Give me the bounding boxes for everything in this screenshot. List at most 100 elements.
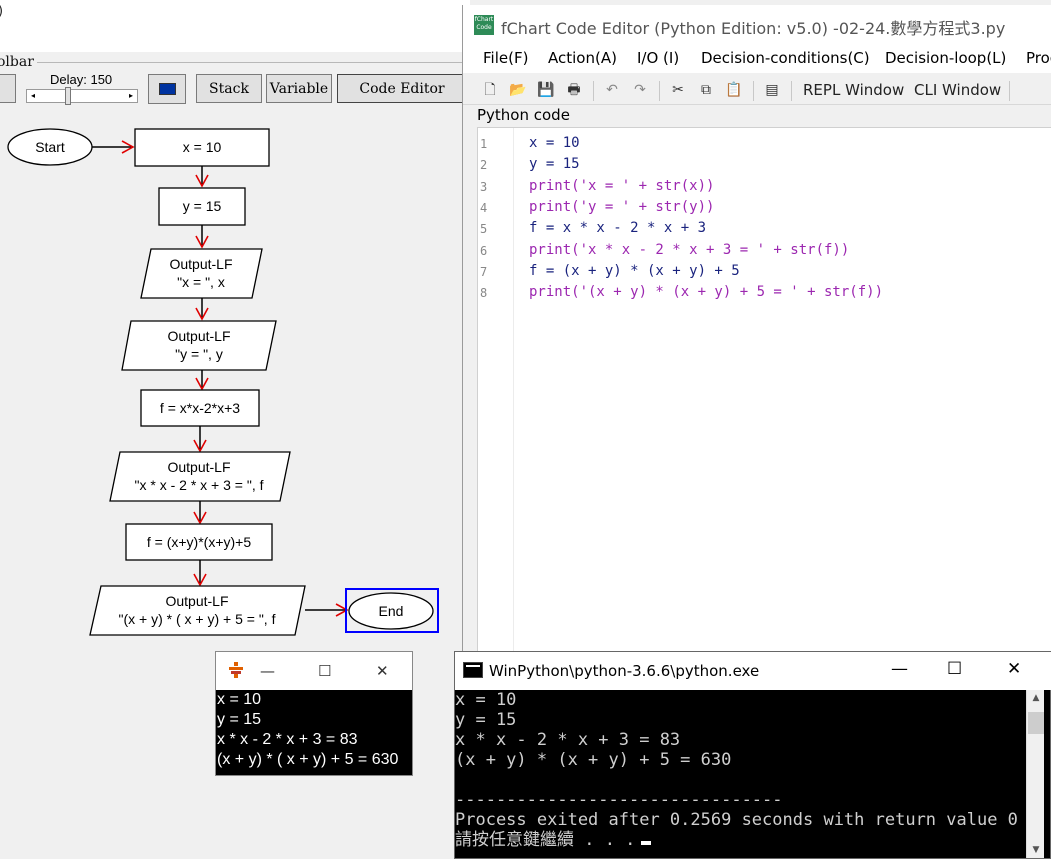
maximize-icon[interactable]: ☐ <box>947 659 962 679</box>
flowchart-canvas: Start x = 10 y = 15 Output-LF "x = ", x … <box>7 128 439 636</box>
console-line: x = 10 <box>455 690 517 710</box>
output-f2-node[interactable]: Output-LF "(x + y) * ( x + y) + 5 = ", f <box>89 585 306 636</box>
scroll-up-icon[interactable]: ▲ <box>1027 690 1045 706</box>
code-line: print('y = ' + str(y)) <box>529 199 715 215</box>
python-code-label: Python code <box>477 106 570 124</box>
document-icon[interactable]: ▤ <box>763 81 781 99</box>
console-scrollbar[interactable]: ▲ ▼ <box>1026 690 1044 858</box>
menu-action[interactable]: Action(A) <box>548 49 617 67</box>
cli-window-button[interactable]: CLI Window <box>914 81 1001 99</box>
language-flag-button[interactable] <box>148 74 186 104</box>
output-y-node[interactable]: Output-LF "y = ", y <box>121 320 277 371</box>
end-node[interactable]: End <box>345 588 439 633</box>
menu-io[interactable]: I/O (I) <box>637 49 679 67</box>
slider-left-arrow-icon[interactable]: ◂ <box>27 90 39 102</box>
assign-x-node[interactable]: x = 10 <box>134 128 270 167</box>
copy-icon[interactable]: ⧉ <box>697 81 715 99</box>
print-icon[interactable]: 🖶 <box>565 81 583 99</box>
line-number: 4 <box>480 201 488 215</box>
menu-proc[interactable]: Proc <box>1026 49 1051 67</box>
code-editor-area[interactable]: 1 2 3 4 5 6 7 8 x = 10 y = 15 print('x =… <box>477 127 1051 696</box>
line-number: 1 <box>480 137 488 151</box>
close-icon[interactable]: ✕ <box>1007 659 1021 679</box>
output-f2-title: Output-LF <box>165 593 228 609</box>
code-line: f = (x + y) * (x + y) + 5 <box>529 263 740 279</box>
output-y-title: Output-LF <box>167 328 230 344</box>
output-f1-title: Output-LF <box>167 459 230 475</box>
delay-slider[interactable]: ◂ ▸ <box>26 87 138 105</box>
assign-f2-label: f = (x+y)*(x+y)+5 <box>147 534 251 550</box>
paste-icon[interactable]: 📋 <box>725 81 743 99</box>
console-titlebar: WinPython\python-3.6.6\python.exe — ☐ ✕ <box>455 652 1051 690</box>
truncated-text: ) <box>0 4 3 19</box>
output-f1-node[interactable]: Output-LF "x * x - 2 * x + 3 = ", f <box>109 451 291 502</box>
slider-right-arrow-icon[interactable]: ▸ <box>125 90 137 102</box>
line-number: 6 <box>480 244 488 258</box>
delay-label: Delay: 150 <box>50 72 113 87</box>
slider-thumb[interactable] <box>65 87 71 105</box>
redo-icon[interactable]: ↷ <box>631 81 649 99</box>
output-y-expr: "y = ", y <box>175 346 223 362</box>
console-prompt: 請按任意鍵繼續 . . . <box>455 830 636 850</box>
stack-button[interactable]: Stack <box>196 74 262 103</box>
console-line: x * x - 2 * x + 3 = 83 <box>455 730 681 750</box>
line-number: 8 <box>480 286 488 300</box>
output-text: x = 10 y = 15 x * x - 2 * x + 3 = 83 (x … <box>216 690 412 770</box>
line-number: 3 <box>480 180 488 194</box>
minimize-icon[interactable]: — <box>891 659 908 679</box>
minimize-icon[interactable]: — <box>260 662 275 680</box>
menu-file[interactable]: File(F) <box>483 49 528 67</box>
menu-decision-loop[interactable]: Decision-loop(L) <box>885 49 1006 67</box>
assign-y-node[interactable]: y = 15 <box>158 187 246 226</box>
line-number: 7 <box>480 265 488 279</box>
output-line: y = 15 <box>217 711 262 728</box>
flag-icon <box>159 83 176 95</box>
output-f2-expr: "(x + y) * ( x + y) + 5 = ", f <box>119 611 276 627</box>
start-node[interactable]: Start <box>7 128 93 166</box>
editor-title: fChart Code Editor (Python Edition: v5.0… <box>501 19 1006 38</box>
code-line: print('x = ' + str(x)) <box>529 178 715 194</box>
new-file-icon[interactable]: 🗋 <box>481 81 499 99</box>
editor-menubar: File(F) Action(A) I/O (I) Decision-condi… <box>463 43 1051 73</box>
code-line: y = 15 <box>529 156 580 172</box>
console-output: x = 10 y = 15 x * x - 2 * x + 3 = 83 (x … <box>455 690 1027 850</box>
code-line: f = x * x - 2 * x + 3 <box>529 220 707 236</box>
python-console-window: WinPython\python-3.6.6\python.exe — ☐ ✕ … <box>454 651 1051 859</box>
output-x-expr: "x = ", x <box>177 274 225 290</box>
console-line: (x + y) * (x + y) + 5 = 630 <box>455 750 732 770</box>
console-line: y = 15 <box>455 710 517 730</box>
console-title: WinPython\python-3.6.6\python.exe <box>489 662 760 680</box>
open-folder-icon[interactable]: 📂 <box>509 81 527 99</box>
output-window: — ☐ ✕ x = 10 y = 15 x * x - 2 * x + 3 = … <box>215 651 413 776</box>
close-icon[interactable]: ✕ <box>376 662 389 680</box>
cut-icon[interactable]: ✂ <box>669 81 687 99</box>
maximize-icon[interactable]: ☐ <box>318 662 331 680</box>
variable-button[interactable]: Variable <box>266 74 332 103</box>
output-x-node[interactable]: Output-LF "x = ", x <box>140 248 263 299</box>
assign-x-label: x = 10 <box>183 139 222 155</box>
fchart-app-icon <box>229 662 243 678</box>
console-line: Process exited after 0.2569 seconds with… <box>455 810 1018 830</box>
save-icon[interactable]: 💾 <box>537 81 555 99</box>
menu-decision-conditions[interactable]: Decision-conditions(C) <box>701 49 870 67</box>
code-line: print('(x + y) * (x + y) + 5 = ' + str(f… <box>529 284 884 300</box>
console-line: -------------------------------- <box>455 790 783 810</box>
toolbar-button-partial[interactable] <box>0 74 16 103</box>
code-editor-button[interactable]: Code Editor <box>337 74 467 103</box>
scroll-down-icon[interactable]: ▼ <box>1027 842 1045 858</box>
undo-icon[interactable]: ↶ <box>603 81 621 99</box>
assign-f1-node[interactable]: f = x*x-2*x+3 <box>140 389 260 427</box>
assign-f2-node[interactable]: f = (x+y)*(x+y)+5 <box>125 523 273 561</box>
scrollbar-thumb[interactable] <box>1028 712 1044 734</box>
assign-y-label: y = 15 <box>183 198 222 214</box>
output-line: x * x - 2 * x + 3 = 83 <box>217 731 358 748</box>
output-line: (x + y) * ( x + y) + 5 = 630 <box>217 751 399 768</box>
repl-window-button[interactable]: REPL Window <box>803 81 904 99</box>
line-number-gutter: 1 2 3 4 5 6 7 8 <box>478 128 514 696</box>
start-label: Start <box>35 139 65 155</box>
desktop: { "flowchart_app": { "top_fragment": ")"… <box>0 0 1051 859</box>
toolbar-caption: olbar <box>0 54 37 70</box>
output-x-title: Output-LF <box>169 256 232 272</box>
output-f1-expr: "x * x - 2 * x + 3 = ", f <box>135 477 264 493</box>
